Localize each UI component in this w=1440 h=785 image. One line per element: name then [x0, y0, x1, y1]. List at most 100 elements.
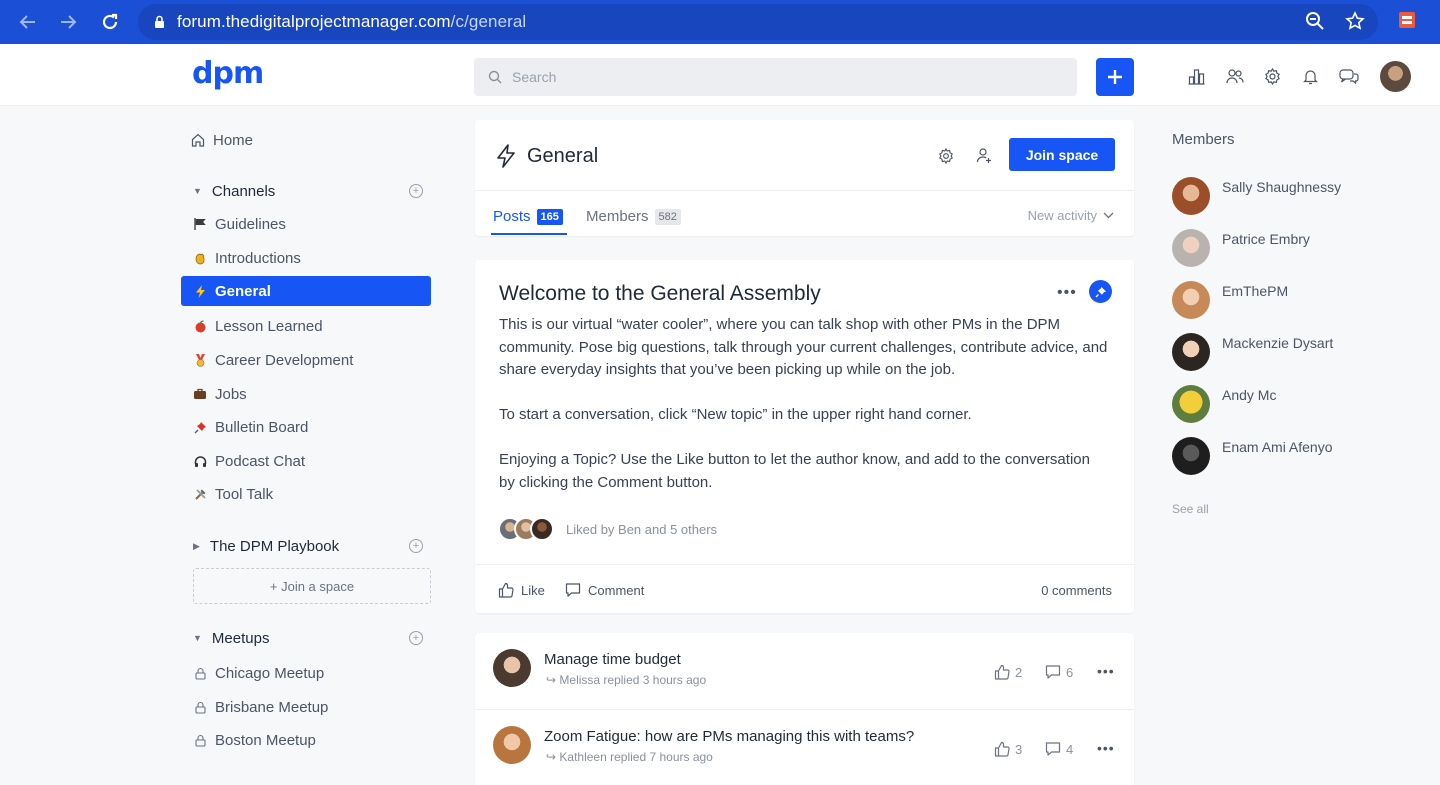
member-name[interactable]: Enam Ami Afenyo — [1222, 439, 1333, 455]
author-avatar[interactable] — [493, 726, 531, 764]
add-circle-icon[interactable]: + — [409, 184, 423, 198]
sidebar-item-boston-meetup[interactable]: Boston Meetup — [181, 725, 431, 755]
topic-row[interactable]: Zoom Fatigue: how are PMs managing this … — [475, 710, 1134, 785]
sidebar-item-label: Boston Meetup — [215, 731, 316, 749]
member-name[interactable]: Andy Mc — [1222, 387, 1276, 403]
channels-section-header[interactable]: ▼ Channels + — [181, 176, 431, 206]
comment-count: 6 — [1066, 664, 1074, 680]
like-count: 3 — [1015, 741, 1023, 757]
tabs-divider — [475, 190, 1134, 191]
sidebar-item-bulletin-board[interactable]: Bulletin Board — [181, 412, 431, 442]
topic-title[interactable]: Zoom Fatigue: how are PMs managing this … — [544, 728, 914, 745]
back-arrow-icon[interactable] — [16, 10, 40, 34]
thumbs-up-icon — [498, 582, 514, 598]
like-label: Like — [521, 582, 545, 598]
playbook-section-header[interactable]: ▶ The DPM Playbook + — [181, 531, 431, 561]
post-title[interactable]: Welcome to the General Assembly — [499, 282, 821, 306]
comment-icon — [565, 582, 581, 598]
member-avatar[interactable] — [1172, 437, 1210, 475]
sidebar-item-introductions[interactable]: Introductions — [181, 243, 431, 273]
dpm-logo[interactable]: dpm — [192, 56, 264, 91]
search-bar[interactable] — [474, 58, 1077, 96]
member-item[interactable]: Sally Shaughnessy — [1172, 177, 1412, 217]
member-name[interactable]: Mackenzie Dysart — [1222, 335, 1333, 351]
more-options-icon[interactable]: ••• — [1057, 284, 1077, 302]
tab-posts[interactable]: Posts 165 — [493, 208, 563, 225]
settings-gear-icon[interactable] — [1264, 68, 1281, 85]
extension-icon[interactable] — [1398, 11, 1416, 29]
tab-members[interactable]: Members 582 — [586, 208, 681, 225]
member-item[interactable]: EmThePM — [1172, 281, 1412, 321]
member-avatar[interactable] — [1172, 333, 1210, 371]
sort-label: New activity — [1027, 208, 1097, 223]
sidebar-item-general[interactable]: General — [181, 276, 431, 306]
medal-icon — [191, 353, 209, 367]
reload-icon[interactable] — [98, 10, 122, 34]
sidebar-item-label: Home — [213, 131, 254, 149]
topic-comments[interactable]: 6 — [1045, 664, 1073, 680]
member-name[interactable]: EmThePM — [1222, 283, 1288, 299]
messages-icon[interactable] — [1339, 68, 1359, 85]
lock-icon — [191, 734, 209, 747]
add-member-icon[interactable] — [976, 147, 993, 164]
comments-count[interactable]: 0 comments — [1041, 583, 1112, 598]
sidebar-item-guidelines[interactable]: Guidelines — [181, 209, 431, 239]
app-header: dpm — [0, 44, 1440, 106]
see-all-members-link[interactable]: See all — [1172, 502, 1209, 516]
member-name[interactable]: Sally Shaughnessy — [1222, 179, 1341, 195]
sort-dropdown[interactable]: New activity — [1028, 208, 1114, 223]
sidebar-item-podcast-chat[interactable]: Podcast Chat — [181, 446, 431, 476]
more-options-icon[interactable]: ••• — [1097, 663, 1115, 679]
comment-icon — [1045, 665, 1061, 679]
comment-button[interactable]: Comment — [565, 582, 644, 598]
sidebar-item-career-development[interactable]: Career Development — [181, 345, 431, 375]
bolt-icon — [495, 144, 517, 168]
member-avatar[interactable] — [1172, 177, 1210, 215]
member-avatar[interactable] — [1172, 385, 1210, 423]
pinned-post: Welcome to the General Assembly ••• This… — [475, 260, 1134, 613]
address-bar[interactable]: forum.thedigitalprojectmanager.com/c/gen… — [138, 4, 1378, 40]
sidebar-item-brisbane-meetup[interactable]: Brisbane Meetup — [181, 692, 431, 722]
briefcase-icon — [191, 388, 209, 400]
sidebar-item-jobs[interactable]: Jobs — [181, 379, 431, 409]
pin-icon — [1089, 280, 1112, 303]
member-item[interactable]: Andy Mc — [1172, 385, 1412, 425]
like-button[interactable]: Like — [498, 582, 545, 598]
join-space-link[interactable]: + Join a space — [193, 568, 431, 604]
member-item[interactable]: Mackenzie Dysart — [1172, 333, 1412, 373]
new-post-button[interactable] — [1096, 58, 1134, 96]
member-item[interactable]: Patrice Embry — [1172, 229, 1412, 269]
topic-title[interactable]: Manage time budget — [544, 651, 681, 668]
add-circle-icon[interactable]: + — [409, 631, 423, 645]
topic-likes[interactable]: 3 — [994, 741, 1022, 757]
zoom-icon[interactable] — [1305, 11, 1325, 31]
join-space-button[interactable]: Join space — [1009, 138, 1115, 171]
sidebar-item-chicago-meetup[interactable]: Chicago Meetup — [181, 658, 431, 688]
notifications-bell-icon[interactable] — [1302, 68, 1319, 85]
forward-arrow-icon[interactable] — [56, 10, 80, 34]
author-avatar[interactable] — [493, 649, 531, 687]
sidebar-item-tool-talk[interactable]: Tool Talk — [181, 479, 431, 509]
bookmark-star-icon[interactable] — [1345, 11, 1365, 31]
meetups-section-header[interactable]: ▼ Meetups + — [181, 623, 431, 653]
member-avatar[interactable] — [1172, 281, 1210, 319]
member-item[interactable]: Enam Ami Afenyo — [1172, 437, 1412, 477]
user-avatar[interactable] — [1380, 61, 1411, 92]
member-name[interactable]: Patrice Embry — [1222, 231, 1310, 247]
space-settings-icon[interactable] — [938, 148, 954, 164]
leaderboard-icon[interactable] — [1188, 68, 1205, 85]
likers-row[interactable]: Liked by Ben and 5 others — [498, 517, 717, 541]
sidebar-item-home[interactable]: Home — [179, 125, 429, 155]
search-input[interactable] — [512, 69, 1052, 85]
member-avatar[interactable] — [1172, 229, 1210, 267]
sidebar-item-lesson-learned[interactable]: Lesson Learned — [181, 311, 431, 341]
chevron-down-icon — [1103, 212, 1114, 219]
members-icon[interactable] — [1226, 68, 1244, 85]
add-circle-icon[interactable]: + — [409, 539, 423, 553]
topic-row[interactable]: Manage time budget ↪ Melissa replied 3 h… — [475, 633, 1134, 710]
bolt-icon — [191, 284, 209, 298]
topic-comments[interactable]: 4 — [1045, 741, 1073, 757]
topic-likes[interactable]: 2 — [994, 664, 1022, 680]
apple-icon — [191, 320, 209, 333]
more-options-icon[interactable]: ••• — [1097, 740, 1115, 756]
